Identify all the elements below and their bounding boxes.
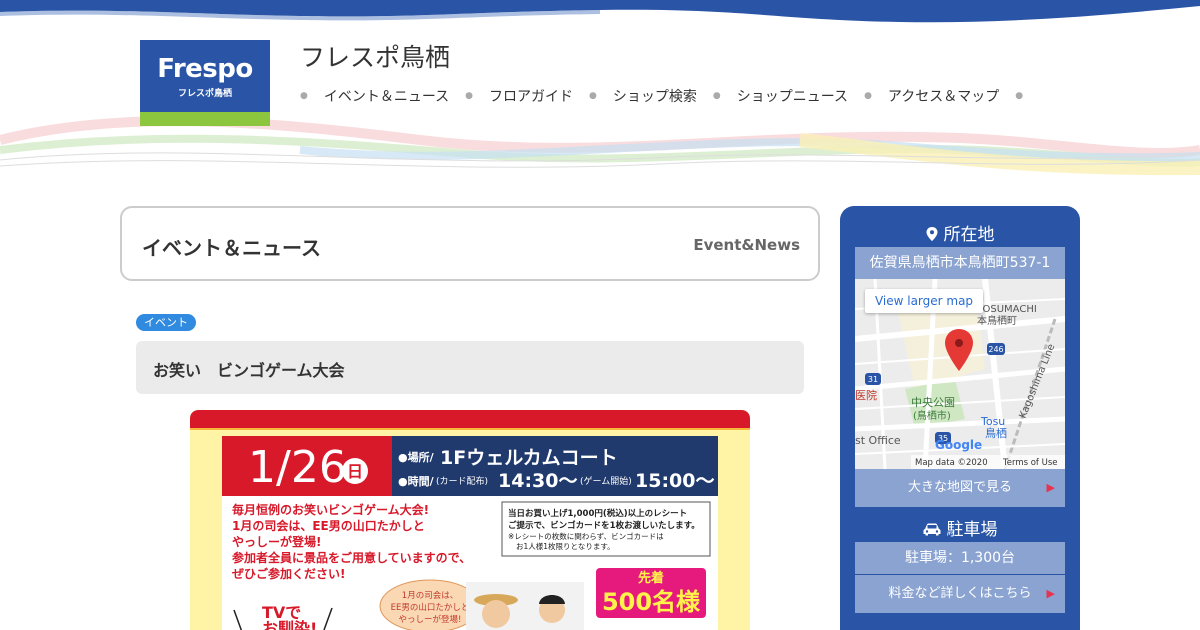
poster-note-line: お1人様1枚限りとなります。	[516, 541, 615, 551]
map-district-jp-label: 本鳥栖町	[977, 314, 1017, 327]
nav-separator-dot: ●	[712, 91, 721, 101]
poster-card-label: (カード配布)	[436, 475, 488, 487]
poster-game-time: 15:00〜	[635, 470, 714, 492]
map-district-label: HOSUMACHI	[975, 304, 1037, 315]
nav-item-floor-guide[interactable]: フロアガイド	[489, 86, 573, 106]
main-nav: ● イベント＆ニュース ● フロアガイド ● ショップ検索 ● ショップニュース…	[300, 86, 1039, 106]
site-title[interactable]: フレスポ鳥栖	[300, 38, 450, 74]
category-tag[interactable]: イベント	[136, 314, 196, 331]
location-heading-label: 所在地	[943, 225, 995, 245]
google-logo: Google	[935, 438, 982, 452]
logo-green-band	[140, 112, 270, 126]
map-station-jp-label: 鳥栖	[985, 426, 1007, 440]
poster-body-line: やっしーが登場!	[232, 534, 321, 549]
car-icon	[923, 523, 940, 536]
big-map-link[interactable]: 大きな地図で見る ▶	[855, 469, 1065, 507]
logo-text: Frespo	[157, 54, 253, 84]
parking-details-link[interactable]: 料金など詳しくはこちら ▶	[855, 575, 1065, 613]
map-copyright: Map data ©2020	[915, 458, 988, 468]
article-title-box: お笑い ビンゴゲーム大会	[136, 341, 804, 394]
poster-tv-text2: お馴染!	[262, 619, 317, 630]
nav-separator-dot: ●	[300, 91, 308, 101]
view-larger-map-button[interactable]: View larger map	[865, 289, 983, 313]
site-logo[interactable]: Frespo フレスポ鳥栖	[140, 40, 270, 126]
poster-bubble-line: 1月の司会は、	[402, 590, 458, 601]
address-text: 佐賀県鳥栖市本鳥栖町537-1	[855, 247, 1065, 279]
logo-subtext: フレスポ鳥栖	[177, 89, 232, 99]
poster-note-line: ※レシートの枚数に関わらず、ビンゴカードは	[508, 531, 664, 541]
arrow-right-icon: ▶	[1046, 481, 1055, 494]
poster-body-line: ぜひご参加ください!	[232, 566, 345, 581]
nav-item-shop-news[interactable]: ショップニュース	[737, 86, 848, 106]
poster-note-line: ご提示で、ビンゴカードを1枚お渡しいたします。	[508, 520, 700, 531]
poster-card-time: 14:30〜	[498, 470, 577, 492]
event-poster: 1/26 日 ●場所/ 1Fウェルカムコート ●時間/ (カード配布) 14:3…	[190, 410, 750, 630]
poster-body-line: 1月の司会は、EE男の山口たかしと	[232, 518, 425, 533]
poster-bubble-line: やっしーが登場!	[399, 614, 462, 625]
poster-body-line: 参加者全員に景品をご用意していますので、	[232, 550, 471, 565]
parking-details-link-label: 料金など詳しくはこちら	[888, 586, 1032, 601]
map-hospital-label: 医院	[855, 388, 877, 402]
poster-note-line: 当日お買い上げ1,000円(税込)以上のレシート	[508, 508, 687, 519]
nav-separator-dot: ●	[1015, 91, 1024, 101]
poster-first-label: 先着	[638, 570, 664, 586]
nav-separator-dot: ●	[864, 91, 872, 101]
map-office-label: st Office	[855, 434, 901, 447]
big-map-link-label: 大きな地図で見る	[907, 480, 1012, 495]
map-park-sub-label: (鳥栖市)	[913, 409, 951, 422]
poster-bubble-line: EE男の山口たかしと	[391, 602, 470, 613]
location-heading: 所在地	[840, 220, 1080, 245]
nav-separator-dot: ●	[589, 91, 597, 101]
article-title: お笑い ビンゴゲーム大会	[153, 361, 345, 380]
poster-time-label: ●時間/	[398, 474, 435, 488]
map-route-label: 246	[988, 345, 1003, 354]
parking-heading-label: 駐車場	[946, 520, 998, 540]
map-park-label: 中央公園	[911, 396, 955, 409]
poster-day: 日	[347, 462, 363, 481]
nav-item-event-news[interactable]: イベント＆ニュース	[324, 86, 449, 106]
arrow-right-icon: ▶	[1046, 587, 1055, 600]
top-wave-decoration	[0, 0, 1200, 23]
poster-place-label: ●場所/	[398, 450, 435, 464]
poster-body-line: 毎月恒例のお笑いビンゴゲーム大会!	[232, 502, 429, 517]
location-pin-icon	[926, 227, 937, 241]
sidebar: 所在地 佐賀県鳥栖市本鳥栖町537-1 246 31 35 HOSUMACHI …	[840, 206, 1080, 630]
map-terms-link[interactable]: Terms of Use	[1002, 458, 1058, 468]
poster-game-label: (ゲーム開始)	[580, 475, 632, 487]
poster-date: 1/26	[248, 442, 347, 493]
embedded-map[interactable]: 246 31 35 HOSUMACHI 本鳥栖町 中央公園 (鳥栖市) Tosu…	[855, 279, 1065, 469]
nav-separator-dot: ●	[465, 91, 474, 101]
parking-count: 駐車場：1,300台	[855, 542, 1065, 574]
nav-item-access-map[interactable]: アクセス＆マップ	[888, 86, 999, 106]
map-route-label: 31	[868, 375, 878, 384]
section-title-en: Event&News	[693, 236, 800, 254]
nav-item-shop-search[interactable]: ショップ検索	[613, 86, 697, 106]
section-header: イベント＆ニュース Event&News	[120, 206, 820, 281]
poster-place: 1Fウェルカムコート	[440, 447, 618, 469]
parking-heading: 駐車場	[840, 515, 1080, 540]
section-title: イベント＆ニュース	[142, 236, 321, 260]
poster-first-count: 500名様	[602, 588, 701, 616]
